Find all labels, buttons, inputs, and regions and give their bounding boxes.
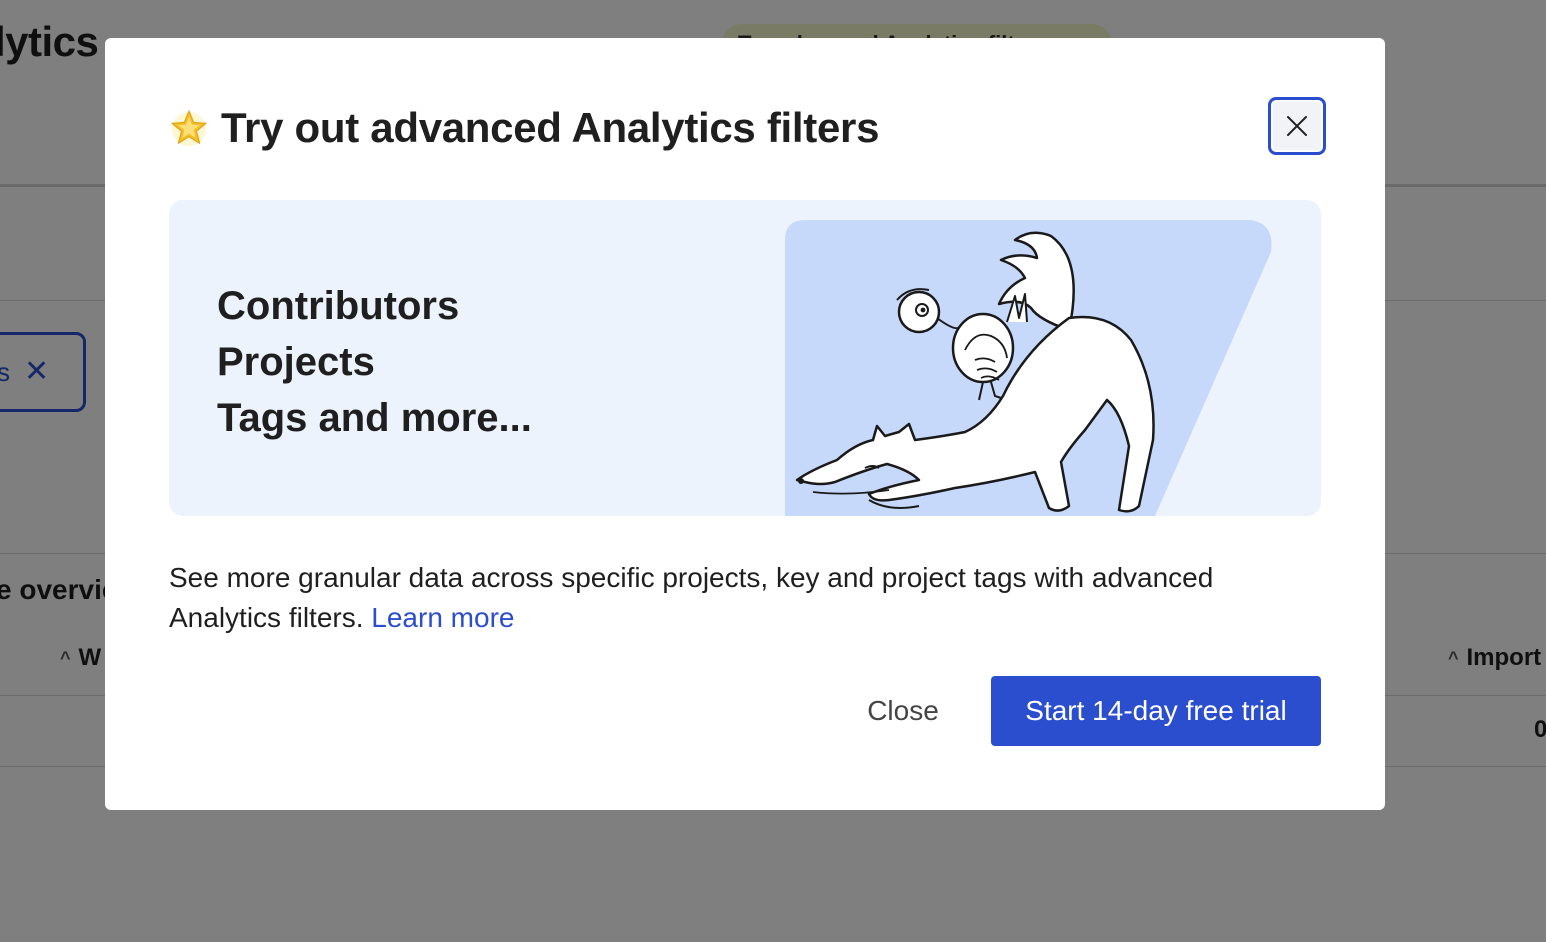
modal-description: See more granular data across specific p… (169, 558, 1329, 638)
start-trial-button[interactable]: Start 14-day free trial (991, 676, 1321, 746)
modal-header: Try out advanced Analytics filters (169, 104, 879, 152)
feature-item: Tags and more... (217, 396, 532, 440)
upgrade-modal: Try out advanced Analytics filters Contr… (105, 38, 1385, 810)
feature-item: Projects (217, 340, 375, 384)
modal-title: Try out advanced Analytics filters (221, 104, 880, 151)
feature-item: Contributors (217, 284, 460, 328)
description-text: See more granular data across specific p… (169, 562, 1214, 633)
learn-more-link[interactable]: Learn more (371, 602, 514, 633)
close-icon (1287, 116, 1307, 136)
close-icon-button[interactable] (1268, 97, 1326, 155)
fox-and-bird-illustration (785, 220, 1272, 516)
feature-list: Contributors Projects Tags and more... (217, 278, 532, 446)
close-button[interactable]: Close (843, 676, 963, 746)
feature-banner: Contributors Projects Tags and more... (169, 200, 1321, 516)
star-icon (171, 110, 207, 146)
